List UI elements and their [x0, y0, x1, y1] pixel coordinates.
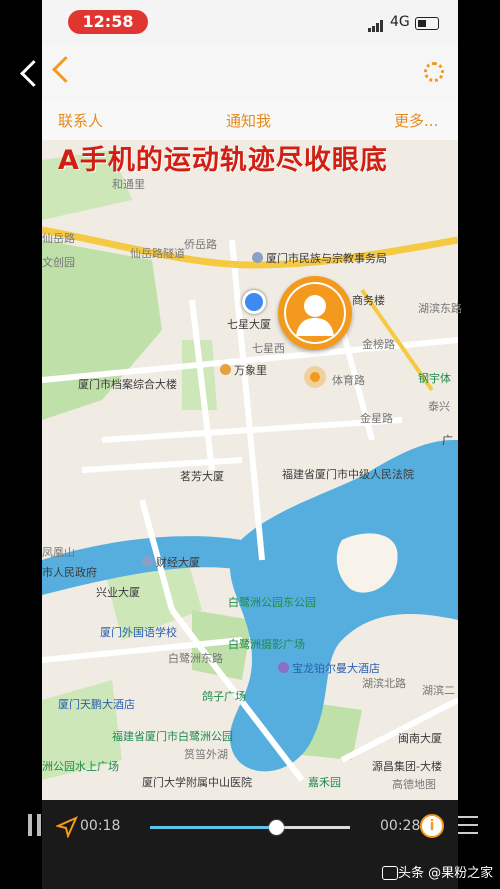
- poi-label: 钢宇体: [418, 372, 451, 385]
- headline: A手机的运动轨迹尽收眼底: [58, 145, 388, 176]
- menu-icon[interactable]: [458, 816, 478, 834]
- total-time: 00:28: [380, 818, 421, 834]
- poi-label: 鸽子广场: [202, 690, 246, 703]
- video-player-bar: 00:18 00:28 i: [0, 800, 500, 852]
- poi-label: 厦门外国语学校: [100, 626, 177, 639]
- road-label: 湖滨二: [422, 684, 455, 697]
- road-label: 泰兴: [428, 400, 450, 413]
- road-label: 湖滨北路: [362, 677, 406, 690]
- nav-back-icon[interactable]: [52, 56, 79, 83]
- road-label: 金星路: [360, 412, 393, 425]
- poi-label: 福建省厦门市白鹭洲公园: [112, 730, 233, 743]
- poi-label: 源昌集团-大楼: [372, 760, 442, 773]
- poi-label: 财经大厦: [142, 554, 200, 570]
- poi-label: 嘉禾园: [308, 776, 341, 789]
- poi-label: 福建省厦门市中级人民法院: [282, 468, 414, 481]
- poi-label: 市人民政府: [42, 566, 97, 579]
- watermark: 头条 @果粉之家: [398, 866, 494, 881]
- road-label: 体育路: [332, 374, 365, 387]
- poi-label: 茗芳大厦: [180, 470, 224, 483]
- elapsed-time: 00:18: [80, 818, 121, 834]
- poi-label: 厦门市档案综合大楼: [78, 378, 177, 391]
- device-location-marker[interactable]: [304, 366, 326, 388]
- status-bar: 12:58 4G: [42, 0, 458, 44]
- poi-label: 厦门大学附属中山医院: [142, 776, 252, 789]
- contact-avatar-pin[interactable]: [278, 276, 352, 350]
- menu-more[interactable]: 更多...: [394, 110, 438, 131]
- menu-notify[interactable]: 通知我: [226, 110, 271, 131]
- my-location-marker[interactable]: [242, 290, 266, 314]
- progress-slider[interactable]: [150, 820, 350, 835]
- poi-label: 万象里: [220, 362, 267, 378]
- poi-label: 宝龙铂尔曼大酒店: [278, 660, 380, 676]
- poi-label: 厦门天鹏大酒店: [58, 698, 135, 711]
- road-label: 金榜路: [362, 338, 395, 351]
- road-label: 侨岳路: [184, 238, 217, 251]
- progress-fill: [150, 826, 276, 829]
- poi-label: 洲公园水上广场: [42, 760, 119, 773]
- road-label: 和通里: [112, 178, 145, 191]
- road-label: 仙岳路: [42, 232, 75, 245]
- info-button[interactable]: i: [420, 814, 444, 838]
- back-icon[interactable]: [18, 58, 40, 90]
- map-attribution: 高德地图: [392, 778, 436, 791]
- poi-label: 筼筜外湖: [184, 748, 228, 761]
- pause-icon[interactable]: [28, 814, 42, 836]
- battery-icon: [415, 17, 439, 30]
- map-view[interactable]: 和通里 仙岳路 仙岳路隧道 侨岳路 文创园 七星西 体育路 金星路 金榜路 湖滨…: [41, 140, 462, 800]
- toutiao-logo-icon: [382, 866, 398, 880]
- poi-label: 闽南大厦: [398, 732, 442, 745]
- menu-row: 联系人 通知我 更多...: [42, 100, 458, 140]
- person-icon: [286, 284, 344, 342]
- loading-icon: [424, 62, 444, 82]
- road-label: 湖滨东路: [418, 302, 462, 315]
- road-label: 七星西: [252, 342, 285, 355]
- poi-label: 厦门市民族与宗教事务局: [252, 250, 387, 266]
- progress-knob[interactable]: [269, 820, 284, 835]
- poi-label: 凤凰山: [42, 546, 75, 559]
- status-time: 12:58: [68, 10, 148, 34]
- nav-bar: [42, 44, 458, 100]
- menu-contacts[interactable]: 联系人: [58, 110, 103, 131]
- road-label: 文创园: [42, 256, 75, 269]
- poi-label: 七星大厦: [227, 318, 271, 331]
- poi-label: 白鹭洲摄影广场: [228, 638, 305, 651]
- poi-label: 商务楼: [352, 294, 385, 307]
- location-arrow-icon[interactable]: [56, 816, 78, 838]
- network-label: 4G: [390, 14, 410, 30]
- road-label: 白鹭洲东路: [168, 652, 223, 665]
- road-label: 仙岳路隧道: [130, 247, 185, 260]
- poi-label: 兴业大厦: [96, 586, 140, 599]
- poi-label: 白鹭洲公园东公园: [228, 596, 316, 609]
- poi-label: 广: [442, 434, 453, 447]
- signal-icon: [368, 20, 386, 32]
